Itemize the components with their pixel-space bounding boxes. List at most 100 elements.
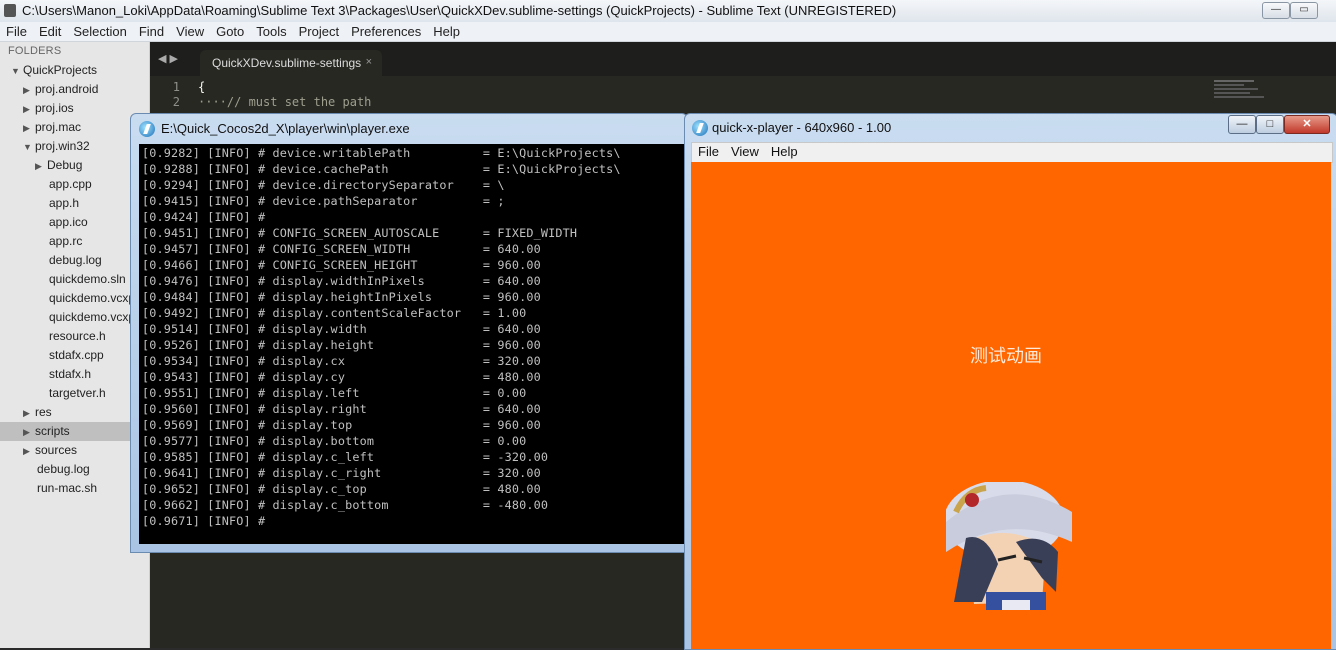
sidebar-item-app-h[interactable]: app.h (49, 194, 79, 213)
sidebar-item-resource-h[interactable]: resource.h (49, 327, 106, 346)
console-line: [0.9662] [INFO] # display.c_bottom = -48… (142, 498, 549, 512)
menu-edit[interactable]: Edit (33, 22, 67, 41)
collapsed-arrow-icon: ▶ (23, 85, 30, 95)
sublime-maximize-button[interactable]: ▭ (1290, 2, 1318, 19)
player-menu-view[interactable]: View (725, 143, 765, 161)
sidebar-item-debug-folder[interactable]: ▶ Debug (35, 156, 82, 175)
sublime-menubar: File Edit Selection Find View Goto Tools Projec… (0, 22, 1336, 42)
sidebar-item-app-ico[interactable]: app.ico (49, 213, 88, 232)
sidebar-item-quickdemo-vcxp-2[interactable]: quickdemo.vcxp (49, 308, 135, 327)
console-line: [0.9526] [INFO] # display.height = 960.0… (142, 338, 541, 352)
console-line: [0.9451] [INFO] # CONFIG_SCREEN_AUTOSCAL… (142, 226, 578, 240)
sublime-window-title: C:\Users\Manon_Loki\AppData\Roaming\Subl… (22, 3, 897, 18)
menu-file[interactable]: File (0, 22, 33, 41)
sidebar-item-scripts[interactable]: ▶ scripts (23, 422, 70, 441)
menu-find[interactable]: Find (133, 22, 170, 41)
line-number: 2 (172, 95, 180, 109)
tab-quickxdev-settings[interactable]: QuickXDev.sublime-settings × (200, 50, 382, 76)
menu-preferences[interactable]: Preferences (345, 22, 427, 41)
console-line: [0.9282] [INFO] # device.writablePath = … (142, 146, 621, 160)
console-line: [0.9466] [INFO] # CONFIG_SCREEN_HEIGHT =… (142, 258, 541, 272)
console-line: [0.9457] [INFO] # CONFIG_SCREEN_WIDTH = … (142, 242, 541, 256)
collapsed-arrow-icon: ▶ (23, 408, 30, 418)
collapsed-arrow-icon: ▶ (23, 123, 30, 133)
quick-lightning-icon (692, 120, 708, 136)
tab-nav-arrows-icon[interactable]: ◀ ▶ (158, 52, 178, 65)
console-line: [0.9514] [INFO] # display.width = 640.00 (142, 322, 541, 336)
menu-tools[interactable]: Tools (250, 22, 292, 41)
sidebar-item-quickprojects[interactable]: ▼ QuickProjects (11, 61, 97, 80)
console-output: [0.9282] [INFO] # device.writablePath = … (139, 144, 687, 544)
console-line: [0.9424] [INFO] # (142, 210, 266, 224)
sidebar-item-proj-android[interactable]: ▶ proj.android (23, 80, 98, 99)
console-line: [0.9671] [INFO] # (142, 514, 266, 528)
player-menu-file[interactable]: File (692, 143, 725, 161)
console-line: [0.9543] [INFO] # display.cy = 480.00 (142, 370, 541, 384)
game-canvas[interactable]: 测试动画 (691, 162, 1331, 649)
sidebar-item-debug-log[interactable]: debug.log (49, 251, 102, 270)
player-minimize-button[interactable]: — (1228, 115, 1256, 134)
sidebar-item-sources[interactable]: ▶ sources (23, 441, 77, 460)
canvas-caption: 测试动画 (970, 346, 1042, 367)
collapsed-arrow-icon: ▶ (35, 161, 42, 171)
console-line: [0.9560] [INFO] # display.right = 640.00 (142, 402, 541, 416)
menu-view[interactable]: View (170, 22, 210, 41)
quick-lightning-icon (139, 121, 155, 137)
sublime-titlebar[interactable]: C:\Users\Manon_Loki\AppData\Roaming\Subl… (0, 0, 1336, 23)
sidebar-item-app-rc[interactable]: app.rc (49, 232, 82, 251)
menu-project[interactable]: Project (293, 22, 345, 41)
menu-goto[interactable]: Goto (210, 22, 250, 41)
console-line: [0.9551] [INFO] # display.left = 0.00 (142, 386, 527, 400)
console-line: [0.9492] [INFO] # display.contentScaleFa… (142, 306, 527, 320)
sublime-app-icon (4, 4, 16, 17)
collapsed-arrow-icon: ▶ (23, 427, 30, 437)
player-menubar: File View Help (691, 142, 1333, 163)
sidebar-item-root-debug-log[interactable]: debug.log (37, 460, 90, 479)
menu-help[interactable]: Help (427, 22, 466, 41)
menu-selection[interactable]: Selection (67, 22, 132, 41)
sidebar-item-run-mac-sh[interactable]: run-mac.sh (37, 479, 97, 498)
console-line: [0.9476] [INFO] # display.widthInPixels … (142, 274, 541, 288)
sidebar: FOLDERS ▼ QuickProjects ▶ proj.android ▶ pr… (0, 42, 150, 648)
console-titlebar[interactable]: E:\Quick_Cocos2d_X\player\win\player.exe (131, 114, 687, 142)
collapsed-arrow-icon: ▶ (23, 446, 30, 456)
console-line: [0.9585] [INFO] # display.c_left = -320.… (142, 450, 549, 464)
console-window[interactable]: E:\Quick_Cocos2d_X\player\win\player.exe… (130, 113, 688, 553)
expanded-arrow-icon: ▼ (23, 142, 32, 152)
console-line: [0.9577] [INFO] # display.bottom = 0.00 (142, 434, 527, 448)
sidebar-item-app-cpp[interactable]: app.cpp (49, 175, 92, 194)
line-number: 1 (172, 80, 180, 94)
console-line: [0.9569] [INFO] # display.top = 960.00 (142, 418, 541, 432)
expanded-arrow-icon: ▼ (11, 66, 20, 76)
console-line: [0.9294] [INFO] # device.directorySepara… (142, 178, 505, 192)
sidebar-item-stdafx-h[interactable]: stdafx.h (49, 365, 91, 384)
sidebar-item-proj-mac[interactable]: ▶ proj.mac (23, 118, 81, 137)
collapsed-arrow-icon: ▶ (23, 104, 30, 114)
sidebar-item-targetver-h[interactable]: targetver.h (49, 384, 106, 403)
code-line: ····// must set the path (198, 95, 372, 109)
player-menu-help[interactable]: Help (765, 143, 804, 161)
tab-close-icon[interactable]: × (366, 56, 372, 68)
console-line: [0.9652] [INFO] # display.c_top = 480.00 (142, 482, 541, 496)
minimap[interactable] (1214, 80, 1270, 100)
player-window[interactable]: quick-x-player - 640x960 - 1.00 — □ ✕ Fi… (684, 113, 1336, 650)
player-maximize-button[interactable]: □ (1256, 115, 1284, 134)
sidebar-item-quickdemo-vcxp[interactable]: quickdemo.vcxp (49, 289, 135, 308)
sidebar-item-proj-ios[interactable]: ▶ proj.ios (23, 99, 74, 118)
console-line: [0.9641] [INFO] # display.c_right = 320.… (142, 466, 541, 480)
player-window-title: quick-x-player - 640x960 - 1.00 (712, 120, 892, 135)
code-line: { (198, 80, 206, 94)
console-line: [0.9288] [INFO] # device.cachePath = E:\… (142, 162, 621, 176)
console-line: [0.9534] [INFO] # display.cx = 320.00 (142, 354, 541, 368)
player-close-button[interactable]: ✕ (1284, 115, 1330, 134)
character-sprite (946, 482, 1074, 610)
sublime-minimize-button[interactable]: — (1262, 2, 1290, 19)
sidebar-item-res[interactable]: ▶ res (23, 403, 52, 422)
sidebar-item-proj-win32[interactable]: ▼ proj.win32 (23, 137, 90, 156)
console-window-title: E:\Quick_Cocos2d_X\player\win\player.exe (161, 121, 410, 136)
folders-header: FOLDERS (8, 45, 62, 57)
sidebar-item-quickdemo-sln[interactable]: quickdemo.sln (49, 270, 126, 289)
tab-bar: ◀ ▶ QuickXDev.sublime-settings × (150, 42, 1336, 76)
console-line: [0.9484] [INFO] # display.heightInPixels… (142, 290, 541, 304)
sidebar-item-stdafx-cpp[interactable]: stdafx.cpp (49, 346, 104, 365)
